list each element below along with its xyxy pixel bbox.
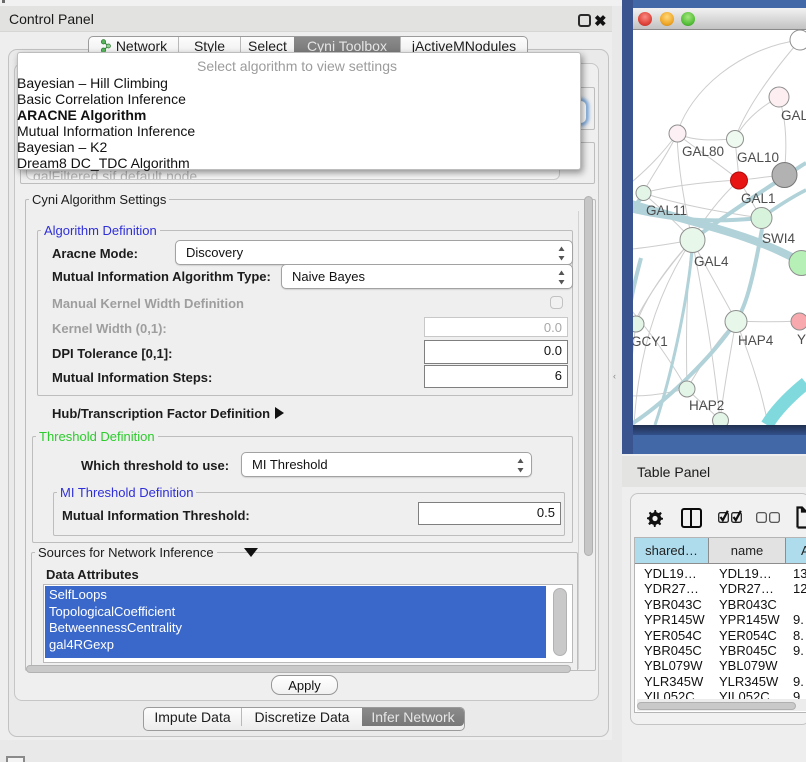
svg-text:HAP4: HAP4 — [738, 333, 774, 348]
svg-text:SWI4: SWI4 — [762, 231, 795, 246]
svg-text:GAL: GAL — [781, 108, 806, 123]
svg-text:GAL1: GAL1 — [741, 191, 776, 206]
svg-text:Y: Y — [797, 332, 806, 347]
svg-text:GCY1: GCY1 — [633, 334, 668, 349]
svg-text:GAL11: GAL11 — [646, 203, 687, 218]
svg-text:GAL4: GAL4 — [694, 254, 729, 269]
svg-text:HAP2: HAP2 — [689, 398, 724, 413]
svg-text:GAL80: GAL80 — [682, 144, 724, 159]
svg-text:GAL10: GAL10 — [737, 150, 779, 165]
